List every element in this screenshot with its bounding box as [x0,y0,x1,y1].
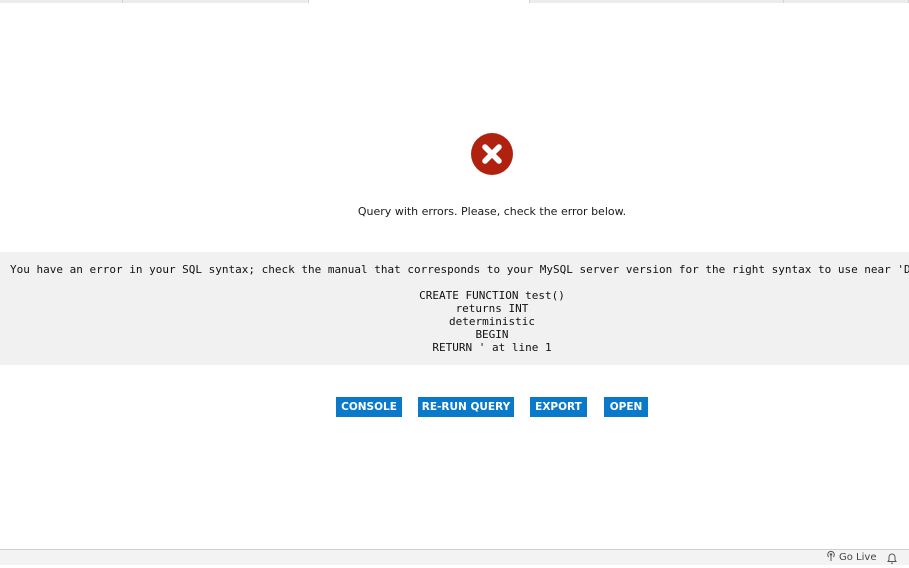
editor-tab[interactable] [123,0,309,3]
rerun-query-button[interactable]: RE-RUN QUERY [418,397,514,417]
sql-error-code-line: RETURN ' at line 1 [432,341,552,354]
bell-icon[interactable] [886,551,898,565]
editor-tab[interactable] [0,0,123,3]
query-error-message: Query with errors. Please, check the err… [357,205,627,218]
editor-tab[interactable] [530,0,784,3]
editor-tab-active[interactable] [309,0,530,3]
status-bar: Go Live [0,549,909,565]
export-button[interactable]: EXPORT [530,397,587,417]
sql-error-code-line: returns INT [455,302,529,315]
sql-error-code-line: CREATE FUNCTION test() [419,289,565,302]
editor-tab[interactable] [784,0,909,3]
sql-error-details: You have an error in your SQL syntax; ch… [0,252,909,365]
broadcast-icon [826,550,836,567]
editor-tab-strip [0,0,909,3]
sql-error-code-line: BEGIN [475,328,509,341]
go-live-label: Go Live [839,552,877,563]
open-button[interactable]: OPEN [604,397,648,417]
sql-error-code-line: deterministic [448,315,536,328]
console-button[interactable]: CONSOLE [336,397,402,417]
error-x-circle-icon [471,133,513,175]
go-live-button[interactable]: Go Live [826,550,877,567]
sql-error-text: You have an error in your SQL syntax; ch… [10,263,909,276]
sql-error-code: CREATE FUNCTION test() returns INT deter… [0,289,909,354]
